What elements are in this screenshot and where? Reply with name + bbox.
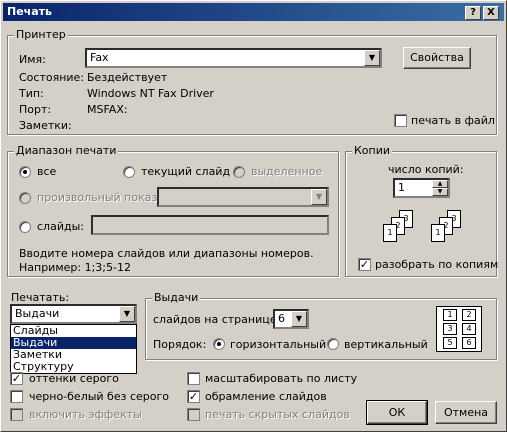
printer-name-label: Имя:: [19, 53, 46, 66]
copy-page-icon: 1: [431, 224, 445, 242]
type-value: Windows NT Fax Driver: [87, 87, 214, 100]
handout-slide-thumb: 5: [443, 337, 457, 349]
copies-count-label: число копий:: [388, 163, 464, 176]
handout-slide-thumb: 2: [462, 309, 476, 321]
order-vertical-radio[interactable]: [327, 338, 339, 350]
pure-bw-label: черно-белый без серого: [29, 390, 169, 403]
range-slides-label: слайды:: [37, 220, 84, 233]
close-button[interactable]: X: [483, 6, 499, 20]
frame-slides-checkbox[interactable]: ✓: [187, 390, 200, 403]
ok-button[interactable]: ОК: [367, 401, 427, 424]
print-what-label: Печатать:: [11, 291, 69, 304]
range-hint-2: Например: 1;3;5-12: [19, 261, 131, 274]
handout-slide-thumb: 3: [443, 323, 457, 335]
range-selection-label: выделенное: [251, 165, 322, 178]
chevron-down-icon[interactable]: ▼: [119, 306, 135, 322]
copies-legend: Копии: [352, 144, 392, 157]
order-horizontal-radio[interactable]: [213, 338, 225, 350]
handout-slide-thumb: 6: [462, 337, 476, 349]
print-hidden-checkbox[interactable]: [187, 408, 200, 421]
window-title: Печать: [7, 5, 52, 18]
include-animations-checkbox[interactable]: [10, 408, 23, 421]
copies-count-value: 1: [398, 181, 405, 194]
title-bar: Печать ? X: [3, 3, 504, 21]
order-label: Порядок:: [153, 338, 206, 351]
help-button[interactable]: ?: [465, 6, 481, 20]
collate-checkbox[interactable]: ✓: [358, 258, 371, 271]
handouts-legend: Выдачи: [152, 291, 200, 304]
frame-slides-label: обрамление слайдов: [205, 390, 327, 403]
status-value: Бездействует: [87, 71, 167, 84]
range-current-label: текущий слайд: [141, 165, 230, 178]
pure-bw-checkbox[interactable]: [10, 390, 23, 403]
scale-to-fit-checkbox[interactable]: [187, 372, 200, 385]
order-vertical-label: вертикальный: [344, 338, 428, 351]
range-hint-1: Вводите номера слайдов или диапазоны ном…: [19, 247, 314, 260]
print-range-legend: Диапазон печати: [14, 144, 118, 157]
range-custom-show-label: произвольный показ:: [37, 191, 161, 204]
spin-down-icon[interactable]: ▼: [432, 188, 448, 196]
handout-slide-thumb: 4: [462, 323, 476, 335]
range-all-radio[interactable]: [19, 166, 31, 178]
scale-to-fit-label: масштабировать по листу: [205, 372, 357, 385]
handout-preview: 1 2 3 4 5 6: [436, 306, 482, 352]
print-dialog: Печать ? X Принтер Имя: Fax ▼ Свойства С…: [0, 0, 507, 432]
print-hidden-label: печать скрытых слайдов: [205, 408, 350, 421]
copies-count-input[interactable]: 1 ▲ ▼: [393, 178, 450, 198]
grayscale-checkbox[interactable]: ✓: [10, 372, 23, 385]
properties-button[interactable]: Свойства: [403, 47, 471, 69]
handout-slide-thumb: 1: [443, 309, 457, 321]
collate-label: разобрать по копиям: [375, 258, 498, 271]
slides-input[interactable]: [91, 215, 329, 235]
range-all-label: все: [37, 165, 56, 178]
print-to-file-label: печать в файл: [411, 114, 495, 127]
print-to-file-checkbox[interactable]: [394, 114, 407, 127]
printer-name-select[interactable]: Fax ▼: [85, 48, 382, 68]
print-what-select[interactable]: Выдачи ▼: [10, 304, 137, 324]
range-slides-radio[interactable]: [19, 221, 31, 233]
copy-page-icon: 1: [383, 224, 397, 242]
print-what-dropdown-list: Слайды Выдачи Заметки Структуру: [10, 324, 137, 374]
spin-up-icon[interactable]: ▲: [432, 180, 448, 188]
type-label: Тип:: [19, 87, 44, 100]
include-animations-label: включить эффекты: [29, 408, 142, 421]
port-label: Порт:: [19, 103, 51, 116]
slides-per-page-value: 6: [278, 312, 285, 325]
chevron-down-icon[interactable]: ▼: [364, 50, 380, 66]
print-what-value: Выдачи: [15, 307, 59, 320]
port-value: MSFAX:: [87, 103, 128, 116]
range-custom-show-radio[interactable]: [19, 192, 31, 204]
chevron-down-icon[interactable]: ▼: [311, 189, 327, 205]
grayscale-label: оттенки серого: [29, 372, 119, 385]
slides-per-page-label: слайдов на странице:: [153, 313, 280, 326]
custom-show-select[interactable]: ▼: [157, 187, 329, 207]
order-horizontal-label: горизонтальный: [230, 338, 326, 351]
printer-name-value: Fax: [90, 51, 109, 64]
slides-per-page-select[interactable]: 6 ▼: [273, 309, 309, 329]
chevron-down-icon[interactable]: ▼: [291, 311, 307, 327]
notes-label: Заметки:: [19, 119, 72, 132]
cancel-button[interactable]: Отмена: [435, 401, 497, 424]
range-current-radio[interactable]: [123, 166, 135, 178]
status-label: Состояние:: [19, 71, 84, 84]
range-selection-radio[interactable]: [233, 166, 245, 178]
printer-legend: Принтер: [14, 28, 68, 41]
